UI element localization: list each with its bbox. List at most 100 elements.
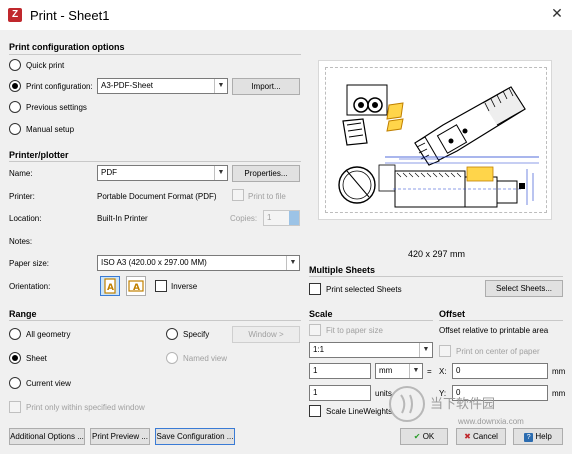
chevron-down-icon: ▼ — [286, 256, 299, 270]
offset-title: Offset — [439, 309, 466, 319]
all-geometry-radio[interactable] — [9, 328, 21, 340]
printer-name-value: PDF — [101, 168, 117, 177]
current-view-label: Current view — [26, 379, 71, 388]
printer-separator — [9, 161, 301, 162]
paper-size-dimensions: 420 x 297 mm — [408, 249, 466, 259]
offset-x-label: X: — [439, 367, 447, 376]
help-label: Help — [535, 432, 552, 441]
print-on-center-checkbox[interactable] — [439, 345, 451, 357]
import-button[interactable]: Import... — [232, 78, 300, 95]
scale-unit-select[interactable]: mm ▼ — [375, 363, 423, 379]
multiple-sheets-separator — [309, 276, 563, 277]
cancel-icon: ✖ — [464, 432, 471, 441]
watermark-url: www.downxia.com — [458, 417, 524, 426]
landscape-icon: A — [128, 280, 144, 293]
ok-button[interactable]: ✔ OK — [400, 428, 448, 445]
config-separator — [9, 54, 301, 55]
printer-value: Portable Document Format (PDF) — [97, 192, 217, 201]
checkmark-icon: ✔ — [413, 432, 421, 441]
range-separator — [9, 320, 301, 321]
window-title: Print - Sheet1 — [30, 8, 110, 23]
notes-label: Notes: — [9, 237, 33, 246]
manual-setup-radio[interactable] — [9, 123, 21, 135]
printer-section-title: Printer/plotter — [9, 150, 69, 160]
named-view-label: Named view — [183, 354, 228, 363]
scale-lineweights-label: Scale LineWeights — [326, 407, 393, 416]
paper-size-label: Paper size: — [9, 259, 50, 268]
svg-text:A: A — [107, 283, 114, 293]
app-icon: Z — [8, 8, 22, 22]
printer-name-label: Name: — [9, 169, 33, 178]
print-preview-panel — [318, 60, 552, 220]
print-selected-sheets-checkbox[interactable] — [309, 283, 321, 295]
copies-label: Copies: — [230, 214, 258, 223]
equals-sign: = — [427, 367, 432, 376]
additional-options-button[interactable]: Additional Options ... — [9, 428, 85, 445]
printer-name-select[interactable]: PDF ▼ — [97, 165, 228, 181]
multiple-sheets-title: Multiple Sheets — [309, 265, 376, 275]
drawing-thumbnail — [338, 84, 539, 208]
print-on-center-label: Print on center of paper — [456, 347, 540, 356]
specify-label: Specify — [183, 330, 210, 339]
inverse-checkbox[interactable] — [155, 280, 167, 292]
inverse-label: Inverse — [171, 282, 198, 291]
select-sheets-button[interactable]: Select Sheets... — [485, 280, 563, 297]
svg-text:A: A — [133, 283, 140, 293]
manual-setup-label: Manual setup — [26, 125, 75, 134]
chevron-down-icon: ▼ — [409, 364, 422, 378]
offset-relative-label: Offset relative to printable area — [439, 326, 549, 335]
print-within-window-label: Print only within specified window — [26, 403, 145, 412]
printer-label: Printer: — [9, 192, 35, 201]
save-configuration-button[interactable]: Save Configuration ... — [155, 428, 235, 445]
help-button[interactable]: ? Help — [513, 428, 563, 445]
close-icon[interactable]: ✕ — [548, 5, 566, 22]
fit-to-paper-label: Fit to paper size — [326, 326, 383, 335]
previous-settings-label: Previous settings — [26, 103, 87, 112]
paper-size-value: ISO A3 (420.00 x 297.00 MM) — [101, 258, 207, 267]
window-button[interactable]: Window > — [232, 326, 300, 343]
current-view-radio[interactable] — [9, 377, 21, 389]
scale-title: Scale — [309, 309, 333, 319]
sheet-radio[interactable] — [9, 352, 21, 364]
print-preview-button[interactable]: Print Preview ... — [90, 428, 150, 445]
print-within-window-checkbox[interactable] — [9, 401, 21, 413]
scale-mm-input[interactable]: 1 — [309, 363, 371, 379]
cancel-button[interactable]: ✖ Cancel — [456, 428, 506, 445]
scale-unit-value: mm — [379, 366, 393, 375]
print-to-file-label: Print to file — [248, 192, 286, 201]
quick-print-radio[interactable] — [9, 59, 21, 71]
print-configuration-label: Print configuration: — [26, 82, 93, 91]
properties-button[interactable]: Properties... — [232, 165, 300, 182]
copies-value: 1 — [267, 213, 272, 222]
help-icon: ? — [524, 433, 534, 442]
fit-to-paper-checkbox[interactable] — [309, 324, 321, 336]
print-to-file-checkbox[interactable] — [232, 189, 244, 201]
previous-settings-radio[interactable] — [9, 101, 21, 113]
quick-print-label: Quick print — [26, 61, 65, 70]
offset-separator — [439, 320, 563, 321]
configuration-select-value: A3-PDF-Sheet — [101, 81, 154, 90]
spinner-icon[interactable] — [289, 211, 299, 225]
offset-x-unit: mm — [552, 367, 566, 376]
print-configuration-radio[interactable] — [9, 80, 21, 92]
specify-radio[interactable] — [166, 328, 178, 340]
scale-select[interactable]: 1:1 ▼ — [309, 342, 433, 358]
scale-units-input[interactable]: 1 — [309, 385, 371, 401]
location-value: Built-In Printer — [97, 214, 148, 223]
portrait-orientation-button[interactable]: A — [100, 276, 120, 296]
watermark-logo-icon — [389, 386, 425, 422]
scale-select-value: 1:1 — [313, 345, 325, 354]
copies-input[interactable]: 1 — [263, 210, 300, 226]
print-selected-sheets-label: Print selected Sheets — [326, 285, 402, 294]
scale-lineweights-checkbox[interactable] — [309, 405, 321, 417]
landscape-orientation-button[interactable]: A — [126, 276, 146, 296]
config-section-title: Print configuration options — [9, 42, 125, 52]
paper-size-select[interactable]: ISO A3 (420.00 x 297.00 MM) ▼ — [97, 255, 300, 271]
range-section-title: Range — [9, 309, 37, 319]
cancel-label: Cancel — [473, 432, 498, 441]
offset-x-input[interactable]: 0 — [452, 363, 548, 379]
portrait-icon: A — [104, 278, 116, 294]
sheet-label: Sheet — [26, 354, 47, 363]
named-view-radio[interactable] — [166, 352, 178, 364]
configuration-select[interactable]: A3-PDF-Sheet ▼ — [97, 78, 228, 94]
